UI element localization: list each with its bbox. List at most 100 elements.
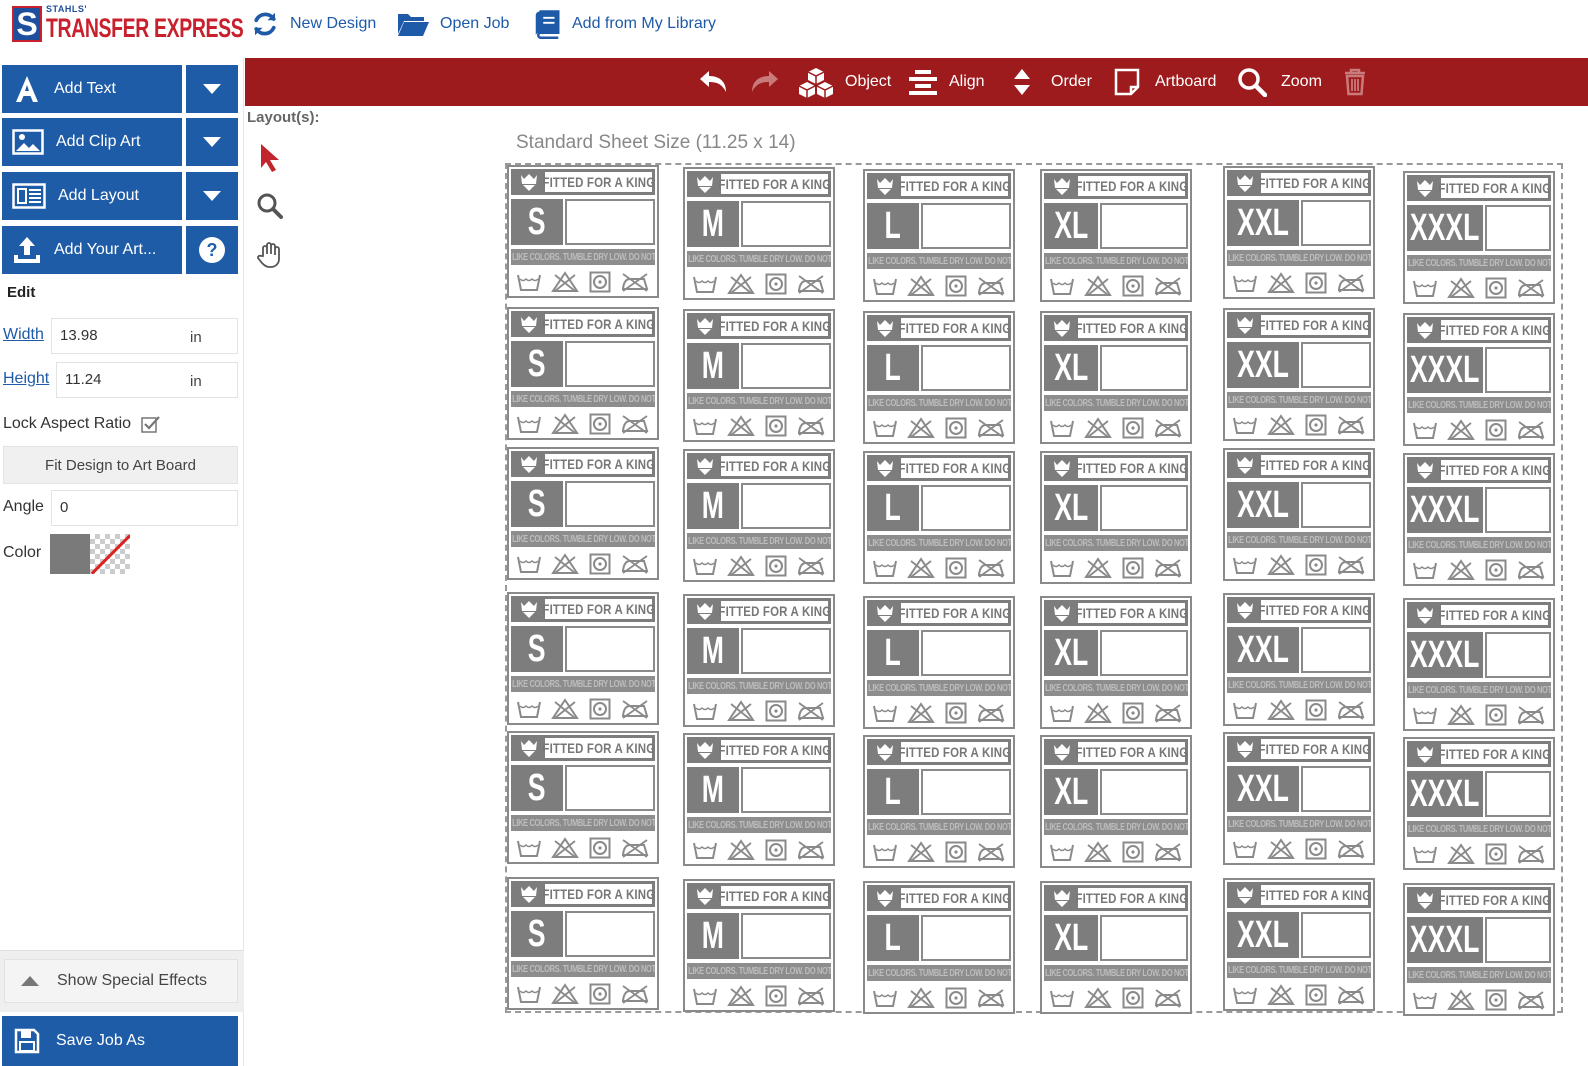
size-label-xxl-row-3[interactable]: FITTED FOR A KING XXL WASH INSIDE OUT WITH… [1223, 448, 1375, 581]
label-title-text: FITTED FOR A KING [1438, 462, 1551, 478]
size-label-s-row-1[interactable]: FITTED FOR A KING S WASH INSIDE OUT WITH L… [507, 165, 659, 298]
size-label-xxxl-row-4[interactable]: FITTED FOR A KING XXXL WASH INSIDE OUT WIT… [1403, 598, 1555, 731]
size-label-xl-row-3[interactable]: FITTED FOR A KING XL WASH INSIDE OUT WITH … [1040, 451, 1192, 584]
pan-tool[interactable] [255, 240, 285, 270]
size-label-s-row-5[interactable]: FITTED FOR A KING S WASH INSIDE OUT WITH L… [507, 731, 659, 864]
size-label-xl-row-1[interactable]: FITTED FOR A KING XL WASH INSIDE OUT WITH … [1040, 169, 1192, 302]
size-label-xl-row-4[interactable]: FITTED FOR A KING XL WASH INSIDE OUT WITH … [1040, 596, 1192, 729]
add-clip-art-button[interactable]: Add Clip Art [2, 118, 182, 166]
width-label[interactable]: Width [3, 326, 44, 344]
label-header-bar: FITTED FOR A KING [687, 598, 831, 624]
add-layout-dropdown[interactable] [186, 172, 238, 220]
label-title-text: FITTED FOR A KING [718, 603, 831, 619]
align-menu[interactable]: Align [907, 58, 985, 106]
label-title-text: FITTED FOR A KING [898, 744, 1011, 760]
king-crest-icon [697, 458, 713, 475]
angle-input[interactable] [60, 499, 170, 516]
tumble-dry-icon [1485, 704, 1507, 726]
delete-button[interactable] [1343, 58, 1367, 106]
label-title-box: FITTED FOR A KING [542, 172, 655, 192]
label-header-bar: FITTED FOR A KING [1227, 597, 1371, 623]
size-label-l-row-3[interactable]: FITTED FOR A KING L WASH INSIDE OUT WITH L… [863, 451, 1015, 584]
size-blank-box [741, 628, 831, 674]
color-swatch[interactable] [50, 534, 90, 574]
transfer-express-logo[interactable]: S STAHLS' TRANSFER EXPRESS [12, 4, 244, 48]
no-color-swatch[interactable] [90, 534, 130, 574]
artboard-menu[interactable]: Artboard [1113, 58, 1216, 106]
size-badge: XXXL [1407, 771, 1483, 817]
lock-aspect-checkbox-icon[interactable] [141, 415, 161, 433]
care-fine-print-text: WASH INSIDE OUT WITH LIKE COLORS. TUMBLE… [511, 533, 655, 545]
label-header-bar: FITTED FOR A KING [1227, 452, 1371, 478]
size-label-l-row-2[interactable]: FITTED FOR A KING L WASH INSIDE OUT WITH L… [863, 311, 1015, 444]
redo-button[interactable] [747, 58, 781, 106]
zoom-menu[interactable]: Zoom [1237, 58, 1322, 106]
add-text-button[interactable]: Add Text [2, 65, 182, 113]
size-label-xl-row-5[interactable]: FITTED FOR A KING XL WASH INSIDE OUT WITH … [1040, 735, 1192, 868]
size-label-l-row-1[interactable]: FITTED FOR A KING L WASH INSIDE OUT WITH L… [863, 169, 1015, 302]
text-icon [16, 76, 38, 102]
object-menu[interactable]: Object [797, 58, 891, 106]
size-blank-box [1301, 342, 1371, 388]
size-label-m-row-1[interactable]: FITTED FOR A KING M WASH INSIDE OUT WITH L… [683, 167, 835, 300]
select-tool[interactable] [255, 142, 285, 172]
size-label-xxxl-row-1[interactable]: FITTED FOR A KING XXXL WASH INSIDE OUT WIT… [1403, 171, 1555, 304]
size-label-m-row-5[interactable]: FITTED FOR A KING M WASH INSIDE OUT WITH L… [683, 733, 835, 866]
size-label-l-row-6[interactable]: FITTED FOR A KING L WASH INSIDE OUT WITH L… [863, 881, 1015, 1014]
wash-tub-icon [1232, 702, 1257, 719]
size-label-s-row-3[interactable]: FITTED FOR A KING S WASH INSIDE OUT WITH L… [507, 447, 659, 580]
size-label-xxxl-row-6[interactable]: FITTED FOR A KING XXXL WASH INSIDE OUT WIT… [1403, 883, 1555, 1016]
fit-design-button[interactable]: Fit Design to Art Board [3, 446, 238, 484]
save-job-as-button[interactable]: Save Job As [2, 1016, 238, 1066]
size-label-xxxl-row-5[interactable]: FITTED FOR A KING XXXL WASH INSIDE OUT WIT… [1403, 737, 1555, 870]
size-label-xl-row-2[interactable]: FITTED FOR A KING XL WASH INSIDE OUT WITH … [1040, 311, 1192, 444]
artboard[interactable]: FITTED FOR A KING S WASH INSIDE OUT WITH L… [505, 163, 1563, 1016]
size-label-xxl-row-1[interactable]: FITTED FOR A KING XXL WASH INSIDE OUT WITH… [1223, 166, 1375, 299]
add-text-dropdown[interactable] [186, 65, 238, 113]
trash-icon [1345, 68, 1365, 96]
size-label-s-row-6[interactable]: FITTED FOR A KING S WASH INSIDE OUT WITH L… [507, 877, 659, 1010]
size-label-s-row-2[interactable]: FITTED FOR A KING S WASH INSIDE OUT WITH L… [507, 307, 659, 440]
folder-open-icon [398, 14, 429, 36]
size-label-s-row-4[interactable]: FITTED FOR A KING S WASH INSIDE OUT WITH L… [507, 592, 659, 725]
size-label-xxl-row-6[interactable]: FITTED FOR A KING XXL WASH INSIDE OUT WITH… [1223, 878, 1375, 1011]
size-blank-box [565, 765, 655, 811]
add-clip-art-dropdown[interactable] [186, 118, 238, 166]
open-job-button[interactable]: Open Job [396, 8, 509, 40]
size-blank-box [741, 343, 831, 389]
size-label-m-row-6[interactable]: FITTED FOR A KING M WASH INSIDE OUT WITH L… [683, 879, 835, 1012]
height-label[interactable]: Height [3, 370, 49, 388]
size-text: XXL [1237, 343, 1289, 386]
no-bleach-icon [907, 987, 936, 1008]
size-label-m-row-2[interactable]: FITTED FOR A KING M WASH INSIDE OUT WITH L… [683, 309, 835, 442]
add-layout-button[interactable]: Add Layout [2, 172, 182, 220]
show-special-effects-button[interactable]: Show Special Effects [4, 959, 238, 1003]
width-input[interactable] [60, 327, 170, 344]
add-from-library-button[interactable]: Add from My Library [532, 8, 716, 40]
label-title-box: FITTED FOR A KING [1438, 744, 1551, 764]
help-button[interactable]: ? [186, 226, 238, 274]
size-label-xxxl-row-2[interactable]: FITTED FOR A KING XXXL WASH INSIDE OUT WIT… [1403, 313, 1555, 446]
undo-button[interactable] [697, 58, 731, 106]
do-not-iron-icon [978, 843, 1005, 862]
zoom-tool[interactable] [255, 191, 285, 221]
label-header-bar: FITTED FOR A KING [867, 739, 1011, 765]
size-label-l-row-4[interactable]: FITTED FOR A KING L WASH INSIDE OUT WITH L… [863, 596, 1015, 729]
new-design-button[interactable]: New Design [250, 8, 376, 40]
size-label-xxxl-row-3[interactable]: FITTED FOR A KING XXXL WASH INSIDE OUT WIT… [1403, 453, 1555, 586]
size-label-xl-row-6[interactable]: FITTED FOR A KING XL WASH INSIDE OUT WITH … [1040, 881, 1192, 1014]
wash-tub-icon [1412, 846, 1437, 863]
order-menu[interactable]: Order [1011, 58, 1092, 106]
size-label-l-row-5[interactable]: FITTED FOR A KING L WASH INSIDE OUT WITH L… [863, 735, 1015, 868]
size-label-xxl-row-2[interactable]: FITTED FOR A KING XXL WASH INSIDE OUT WITH… [1223, 308, 1375, 441]
size-label-m-row-3[interactable]: FITTED FOR A KING M WASH INSIDE OUT WITH L… [683, 449, 835, 582]
size-label-m-row-4[interactable]: FITTED FOR A KING M WASH INSIDE OUT WITH L… [683, 594, 835, 727]
add-your-art-button[interactable]: Add Your Art... [2, 226, 182, 274]
wash-tub-icon [872, 420, 897, 437]
size-label-xxl-row-4[interactable]: FITTED FOR A KING XXL WASH INSIDE OUT WITH… [1223, 593, 1375, 726]
size-label-xxl-row-5[interactable]: FITTED FOR A KING XXL WASH INSIDE OUT WITH… [1223, 732, 1375, 865]
care-fine-print-text: WASH INSIDE OUT WITH LIKE COLORS. TUMBLE… [1407, 539, 1551, 551]
wash-tub-icon [1412, 422, 1437, 439]
height-input[interactable] [65, 371, 175, 388]
care-icons-row [511, 551, 655, 577]
